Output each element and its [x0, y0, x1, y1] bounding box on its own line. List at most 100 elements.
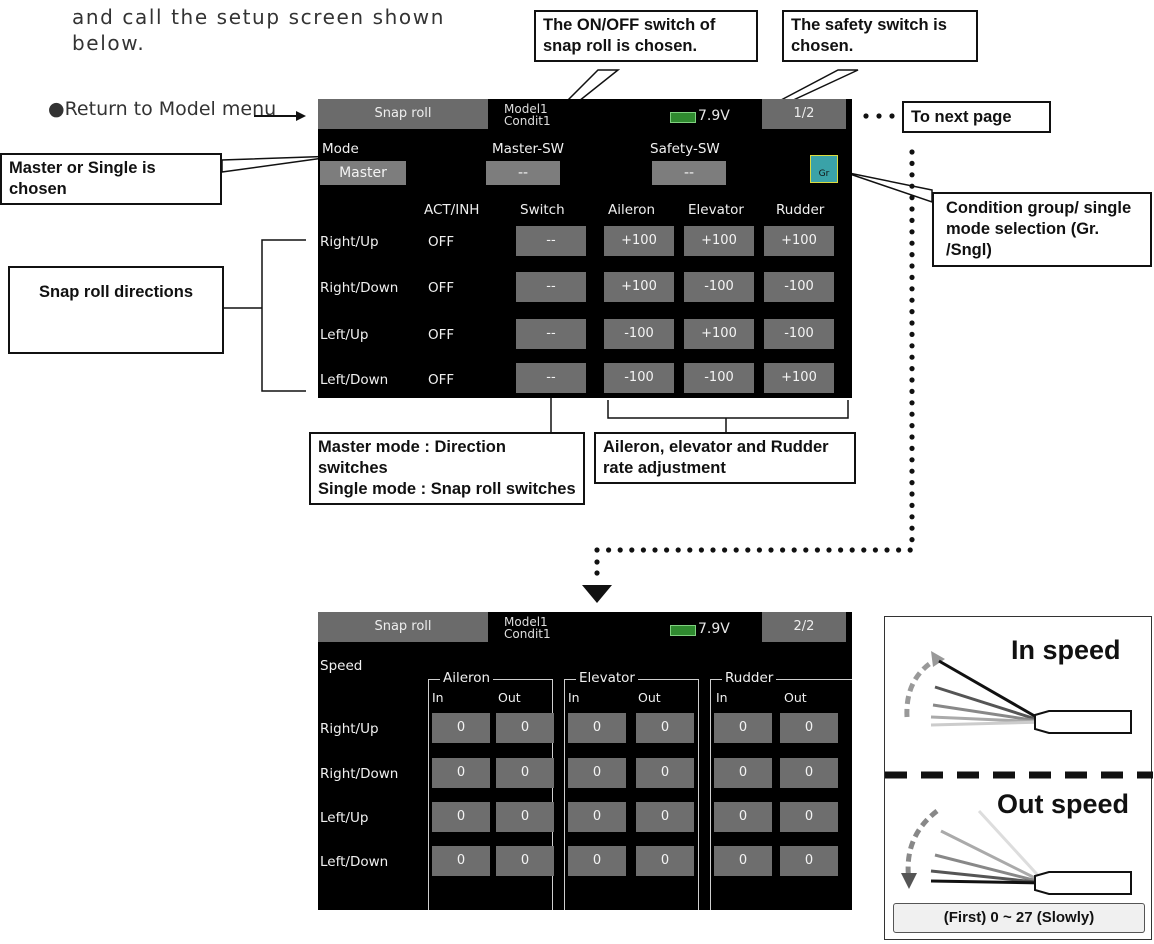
dot: [838, 547, 844, 553]
speed-value-cell[interactable]: 0: [568, 846, 626, 876]
speed-value-cell[interactable]: 0: [636, 846, 694, 876]
speed-value-cell[interactable]: 0: [496, 846, 554, 876]
speed-value-cell[interactable]: 0: [780, 802, 838, 832]
dot: [733, 547, 739, 553]
speed-value-cell[interactable]: 0: [432, 846, 490, 876]
screen1-page-button[interactable]: 1/2: [762, 99, 846, 129]
elevator-rate-cell[interactable]: +100: [684, 226, 754, 256]
speed-value-cell[interactable]: 0: [568, 802, 626, 832]
aileron-rate-cell[interactable]: -100: [604, 363, 674, 393]
rudder-out-header: Out: [784, 690, 807, 705]
speed-value-cell[interactable]: 0: [714, 758, 772, 788]
switch-cell[interactable]: --: [516, 226, 586, 256]
dot: [768, 547, 774, 553]
group-label-rudder: Rudder: [722, 670, 777, 686]
rudder-rate-cell[interactable]: -100: [764, 319, 834, 349]
switch-cell[interactable]: --: [516, 363, 586, 393]
dot: [907, 547, 913, 553]
speed-value-cell[interactable]: 0: [636, 713, 694, 743]
screen2-condition-name: Condit1: [504, 627, 551, 641]
dot: [617, 547, 623, 553]
act-inh-value[interactable]: OFF: [428, 280, 454, 296]
dot: [803, 547, 809, 553]
speed-value-cell[interactable]: 0: [568, 713, 626, 743]
group-label-elevator: Elevator: [576, 670, 638, 686]
row-label: Right/Down: [320, 280, 399, 296]
row-label: Right/Up: [320, 721, 379, 737]
dot: [710, 547, 716, 553]
rudder-in-header: In: [716, 690, 728, 705]
speed-value-cell[interactable]: 0: [714, 846, 772, 876]
speed-value-cell[interactable]: 0: [780, 758, 838, 788]
safety-sw-button[interactable]: --: [652, 161, 726, 185]
speed-value-cell[interactable]: 0: [496, 713, 554, 743]
speed-value-cell[interactable]: 0: [780, 713, 838, 743]
dot: [909, 537, 915, 543]
dashed-divider: [885, 771, 1153, 779]
speed-value-cell[interactable]: 0: [714, 713, 772, 743]
dot: [909, 217, 915, 223]
dot: [909, 160, 915, 166]
elevator-rate-cell[interactable]: +100: [684, 319, 754, 349]
switch-cell[interactable]: --: [516, 272, 586, 302]
rudder-rate-cell[interactable]: -100: [764, 272, 834, 302]
dot: [909, 263, 915, 269]
col-header-rudder: Rudder: [776, 202, 825, 218]
aileron-rate-cell[interactable]: +100: [604, 226, 674, 256]
switch-cell[interactable]: --: [516, 319, 586, 349]
act-inh-value[interactable]: OFF: [428, 372, 454, 388]
act-inh-value[interactable]: OFF: [428, 327, 454, 343]
aileron-in-header: In: [432, 690, 444, 705]
screen2-page-button[interactable]: 2/2: [762, 612, 846, 642]
screen2-title-button[interactable]: Snap roll: [318, 612, 488, 642]
speed-value-cell[interactable]: 0: [780, 846, 838, 876]
row-label: Right/Up: [320, 234, 379, 250]
row-label: Left/Down: [320, 372, 389, 388]
row-label: Left/Up: [320, 327, 369, 343]
callout-master-single: Master or Single is chosen: [0, 153, 222, 205]
speed-value-cell[interactable]: 0: [496, 802, 554, 832]
elevator-rate-cell[interactable]: -100: [684, 363, 754, 393]
speed-diagram-panel: In speed Out speed (First) 0 ~ 27 (Slowl…: [884, 616, 1153, 940]
elevator-in-header: In: [568, 690, 580, 705]
speed-value-cell[interactable]: 0: [432, 802, 490, 832]
dot: [780, 547, 786, 553]
dot: [664, 547, 670, 553]
aileron-rate-cell[interactable]: +100: [604, 272, 674, 302]
group-frame-elevator-right: [698, 679, 699, 910]
dot: [909, 514, 915, 520]
speed-value-cell[interactable]: 0: [636, 802, 694, 832]
rudder-rate-cell[interactable]: +100: [764, 363, 834, 393]
dot: [909, 274, 915, 280]
aileron-rate-cell[interactable]: -100: [604, 319, 674, 349]
speed-value-cell[interactable]: 0: [714, 802, 772, 832]
dot: [849, 547, 855, 553]
mode-selector-button[interactable]: Master: [320, 161, 406, 185]
speed-value-cell[interactable]: 0: [432, 758, 490, 788]
return-to-model-menu[interactable]: ●Return to Model menu: [48, 98, 276, 120]
screen-page-2: Snap roll Model1 Condit1 7.9V 2/2 Speed …: [318, 612, 852, 910]
dot: [909, 183, 915, 189]
row-label: Left/Down: [320, 854, 389, 870]
dot: [909, 354, 915, 360]
callout-safety-switch: The safety switch is chosen.: [782, 10, 978, 62]
act-inh-value[interactable]: OFF: [428, 234, 454, 250]
group-label-aileron: Aileron: [440, 670, 494, 686]
callout-single-mode: Single mode : Snap roll switches: [318, 480, 576, 498]
speed-value-cell[interactable]: 0: [432, 713, 490, 743]
dot: [909, 252, 915, 258]
speed-value-cell[interactable]: 0: [568, 758, 626, 788]
rudder-rate-cell[interactable]: +100: [764, 226, 834, 256]
speed-value-cell[interactable]: 0: [496, 758, 554, 788]
dot: [826, 547, 832, 553]
group-single-toggle-icon[interactable]: Gr: [810, 155, 838, 183]
mode-label: Mode: [322, 141, 359, 157]
screen1-title-button[interactable]: Snap roll: [318, 99, 488, 129]
dot: [909, 400, 915, 406]
elevator-rate-cell[interactable]: -100: [684, 272, 754, 302]
dot: [722, 547, 728, 553]
speed-value-cell[interactable]: 0: [636, 758, 694, 788]
master-sw-button[interactable]: --: [486, 161, 560, 185]
dot: [909, 445, 915, 451]
screen1-voltage: 7.9V: [698, 108, 730, 124]
